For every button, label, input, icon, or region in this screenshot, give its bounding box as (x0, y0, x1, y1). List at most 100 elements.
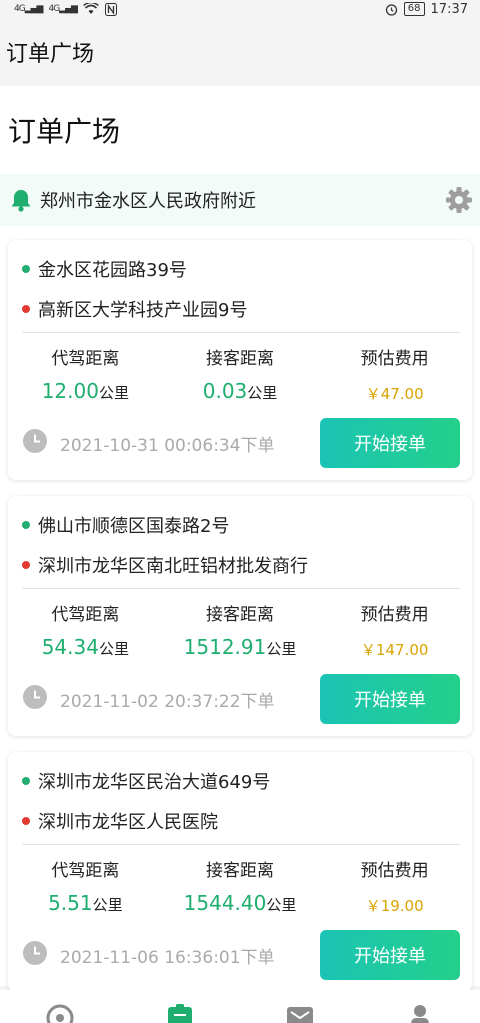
clock-icon (23, 685, 47, 709)
estimated-fee-label: 预估费用 (360, 861, 429, 881)
destination-address: 深圳市龙华区人民医院 (22, 808, 218, 834)
destination-address: 高新区大学科技产业园9号 (22, 296, 247, 322)
order-card: 金水区花园路39号 高新区大学科技产业园9号 代驾距离 12.00公里 接客距离… (8, 240, 472, 480)
estimated-fee-stat: 预估费用 ￥19.00 (317, 856, 472, 916)
pickup-address: 佛山市顺德区国泰路2号 (22, 512, 229, 538)
pickup-distance-stat: 接客距离 1544.40公里 (163, 856, 318, 916)
pickup-distance-label: 接客距离 (206, 349, 274, 369)
pickup-distance-value: 1544.40公里 (163, 891, 318, 915)
order-stats: 代驾距离 54.34公里 接客距离 1512.91公里 预估费用 ￥147.00 (8, 600, 472, 660)
pickup-distance-label: 接客距离 (206, 861, 274, 881)
accept-order-button[interactable]: 开始接单 (320, 674, 460, 724)
divider (22, 844, 460, 845)
drive-distance-value: 12.00公里 (8, 379, 163, 403)
pickup-distance-stat: 接客距离 1512.91公里 (163, 600, 318, 660)
order-time: 2021-11-06 16:36:01下单 (60, 948, 275, 968)
estimated-fee-value: ￥147.00 (360, 641, 429, 659)
location-bar: 郑州市金水区人民政府附近 (0, 174, 480, 226)
origin-dot (22, 521, 30, 529)
clock-icon (23, 429, 47, 453)
wifi-icon (83, 3, 99, 14)
pickup-distance-number: 1512.91 (183, 635, 267, 659)
drive-distance-value: 5.51公里 (8, 891, 163, 915)
tab-orders-icon (168, 1004, 192, 1023)
order-card: 深圳市龙华区民治大道649号 深圳市龙华区人民医院 代驾距离 5.51公里 接客… (8, 752, 472, 992)
location-text: 郑州市金水区人民政府附近 (40, 191, 256, 212)
estimated-fee-label: 预估费用 (360, 605, 429, 625)
drive-distance-label: 代驾距离 (51, 349, 120, 369)
drive-distance-number: 54.34 (41, 635, 99, 659)
clock-icon (23, 941, 47, 965)
tab-message[interactable] (280, 990, 320, 1023)
order-time: 2021-11-02 20:37:22下单 (60, 692, 275, 712)
drive-distance-stat: 代驾距离 12.00公里 (8, 344, 163, 404)
clock-time: 17:37 (430, 1, 468, 17)
network-type-1: 4G (14, 4, 26, 14)
drive-distance-number: 12.00 (41, 379, 99, 403)
tab-profile-icon (411, 1005, 429, 1023)
drive-distance-stat: 代驾距离 54.34公里 (8, 600, 163, 660)
nfc-icon (104, 2, 117, 16)
pickup-distance-number: 1544.40 (183, 891, 267, 915)
distance-unit: 公里 (266, 640, 297, 658)
origin-dot (22, 777, 30, 785)
tab-home[interactable] (40, 990, 80, 1023)
destination-dot (22, 305, 30, 313)
drive-distance-value: 54.34公里 (8, 635, 163, 659)
drive-distance-number: 5.51 (48, 891, 93, 915)
drive-distance-label: 代驾距离 (51, 861, 120, 881)
pickup-address-text: 深圳市龙华区民治大道649号 (38, 772, 271, 793)
page-title: 订单广场 (8, 115, 121, 148)
destination-dot (22, 817, 30, 825)
tab-home-icon (46, 1004, 74, 1023)
network-type-2: 4G (48, 4, 60, 14)
order-stats: 代驾距离 5.51公里 接客距离 1544.40公里 预估费用 ￥19.00 (8, 856, 472, 916)
estimated-fee-value: ￥47.00 (365, 385, 424, 403)
pickup-distance-value: 0.03公里 (163, 379, 318, 403)
destination-address: 深圳市龙华区南北旺铝材批发商行 (22, 552, 308, 578)
destination-address-text: 深圳市龙华区人民医院 (38, 812, 218, 833)
pickup-distance-label: 接客距离 (206, 605, 274, 625)
tab-orders[interactable] (160, 990, 200, 1023)
destination-address-text: 深圳市龙华区南北旺铝材批发商行 (38, 556, 308, 577)
distance-unit: 公里 (98, 640, 129, 658)
estimated-fee-stat: 预估费用 ￥147.00 (317, 600, 472, 660)
origin-dot (22, 265, 30, 273)
order-stats: 代驾距离 12.00公里 接客距离 0.03公里 预估费用 ￥47.00 (8, 344, 472, 404)
divider (22, 588, 460, 589)
distance-unit: 公里 (92, 896, 123, 914)
drive-distance-stat: 代驾距离 5.51公里 (8, 856, 163, 916)
distance-unit: 公里 (266, 896, 297, 914)
alarm-icon (385, 3, 397, 16)
bell-icon (11, 190, 31, 212)
bottom-tab-bar (0, 990, 480, 1023)
app-bar-title: 订单广场 (6, 42, 95, 67)
status-left: 4G▂▄▆ 4G▂▄▆ (14, 2, 117, 16)
order-square-content: 订单广场 郑州市金水区人民政府附近 金水区花园路39号 高新区大学科技产业园9号… (0, 86, 480, 992)
destination-dot (22, 561, 30, 569)
app-bar: 订单广场 (0, 18, 480, 86)
order-card: 佛山市顺德区国泰路2号 深圳市龙华区南北旺铝材批发商行 代驾距离 54.34公里… (8, 496, 472, 736)
tab-message-icon (287, 1007, 313, 1023)
signal-icon-2: 4G▂▄▆ (48, 4, 77, 14)
pickup-distance-stat: 接客距离 0.03公里 (163, 344, 318, 404)
estimated-fee-label: 预估费用 (360, 349, 429, 369)
estimated-fee-stat: 预估费用 ￥47.00 (317, 344, 472, 404)
tab-profile[interactable] (400, 990, 440, 1023)
status-right: 68 17:37 (385, 2, 468, 17)
pickup-distance-value: 1512.91公里 (163, 635, 318, 659)
divider (22, 332, 460, 333)
battery-indicator: 68 (403, 2, 425, 16)
pickup-address-text: 金水区花园路39号 (38, 260, 187, 281)
drive-distance-label: 代驾距离 (51, 605, 120, 625)
distance-unit: 公里 (247, 384, 278, 402)
accept-order-button[interactable]: 开始接单 (320, 930, 460, 980)
pickup-address: 金水区花园路39号 (22, 256, 187, 282)
status-bar: 4G▂▄▆ 4G▂▄▆ 68 17:37 (0, 0, 480, 18)
signal-icon-1: 4G▂▄▆ (14, 4, 43, 14)
estimated-fee-value: ￥19.00 (365, 897, 424, 915)
accept-order-button[interactable]: 开始接单 (320, 418, 460, 468)
destination-address-text: 高新区大学科技产业园9号 (38, 300, 248, 321)
gear-icon[interactable] (444, 185, 474, 215)
pickup-distance-number: 0.03 (202, 379, 248, 403)
